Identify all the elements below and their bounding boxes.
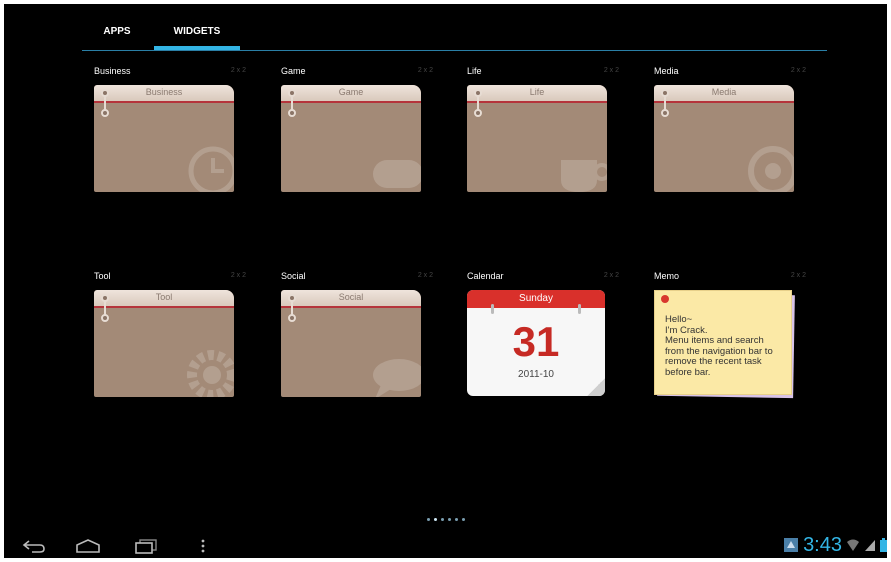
- page-dot[interactable]: [427, 518, 430, 521]
- clock-icon: [188, 146, 234, 192]
- widget-preview-header: Game: [281, 85, 421, 103]
- home-button[interactable]: [74, 538, 102, 554]
- widget-game[interactable]: Game 2 x 2 Game: [269, 66, 445, 216]
- status-area[interactable]: 3:43: [783, 534, 887, 556]
- ring-icon: [474, 109, 482, 117]
- widget-title: Calendar: [467, 271, 504, 281]
- page-curl: [587, 378, 605, 396]
- widget-preview[interactable]: Business: [94, 85, 234, 192]
- notification-icon: [784, 538, 799, 552]
- wifi-icon: [847, 539, 859, 551]
- widget-size: 2 x 2: [417, 67, 433, 74]
- widget-title: Media: [654, 66, 679, 76]
- widget-preview[interactable]: Social: [281, 290, 421, 397]
- page-dot[interactable]: [462, 518, 465, 521]
- ring-icon: [474, 89, 482, 97]
- widget-preview[interactable]: Media: [654, 85, 794, 192]
- menu-button[interactable]: [200, 538, 206, 554]
- widget-preview-header: Life: [467, 85, 607, 103]
- page-dot[interactable]: [455, 518, 458, 521]
- speaker-icon: [748, 146, 794, 192]
- page-dot[interactable]: [448, 518, 451, 521]
- ring-icon: [101, 314, 109, 322]
- ring-icon: [661, 109, 669, 117]
- widget-title: Memo: [654, 271, 680, 281]
- widget-title: Game: [281, 66, 306, 76]
- widget-size: 2 x 2: [790, 272, 806, 279]
- signal-icon: [865, 540, 875, 551]
- widget-size: 2 x 2: [230, 67, 246, 74]
- widget-size: 2 x 2: [790, 67, 806, 74]
- tab-apps[interactable]: APPS: [86, 24, 148, 50]
- ring-icon: [101, 89, 109, 97]
- widget-tool[interactable]: Tool 2 x 2 Tool: [82, 271, 258, 421]
- widget-title: Business: [94, 66, 131, 76]
- widget-preview-header: Tool: [94, 290, 234, 308]
- calendar-weekday: Sunday: [467, 290, 605, 308]
- widget-title: Social: [281, 271, 306, 281]
- page-dot[interactable]: [441, 518, 444, 521]
- memo-preview[interactable]: Hello~ I'm Crack. Menu items and search …: [654, 290, 792, 395]
- tab-widgets[interactable]: WIDGETS: [154, 24, 240, 50]
- back-button[interactable]: [22, 538, 46, 554]
- pin-icon: [661, 295, 669, 303]
- widget-preview[interactable]: Tool: [94, 290, 234, 397]
- launcher-screen: APPS WIDGETS Business 2 x 2 Business Gam…: [4, 4, 887, 558]
- calendar-ring: [578, 304, 581, 314]
- ring-icon: [288, 89, 296, 97]
- tab-widgets-label: WIDGETS: [173, 26, 221, 37]
- widget-business[interactable]: Business 2 x 2 Business: [82, 66, 258, 216]
- widget-life[interactable]: Life 2 x 2 Life: [455, 66, 631, 216]
- widget-preview[interactable]: Game: [281, 85, 421, 192]
- clip: [291, 95, 293, 110]
- clip: [291, 300, 293, 315]
- memo-text: Hello~ I'm Crack. Menu items and search …: [665, 314, 773, 378]
- clock: 3:43: [803, 534, 842, 556]
- widget-size: 2 x 2: [603, 67, 619, 74]
- tab-apps-label: APPS: [103, 26, 131, 37]
- clip: [104, 300, 106, 315]
- widget-size: 2 x 2: [230, 272, 246, 279]
- widget-calendar[interactable]: Calendar 2 x 2 Sunday 31 2011-10: [455, 271, 631, 421]
- widget-preview-header: Social: [281, 290, 421, 308]
- clip: [664, 95, 666, 110]
- calendar-year-month: 2011-10: [518, 369, 554, 380]
- gamepad-icon: [373, 160, 421, 188]
- widget-preview-header: Media: [654, 85, 794, 103]
- widget-size: 2 x 2: [603, 272, 619, 279]
- widget-media[interactable]: Media 2 x 2 Media: [642, 66, 818, 216]
- page-indicator: [427, 518, 465, 524]
- widget-social[interactable]: Social 2 x 2 Social: [269, 271, 445, 421]
- ring-icon: [288, 109, 296, 117]
- page-dot[interactable]: [434, 518, 437, 521]
- widget-preview[interactable]: Life: [467, 85, 607, 192]
- widget-preview-header: Business: [94, 85, 234, 103]
- clip: [477, 95, 479, 110]
- calendar-ring: [491, 304, 494, 314]
- ring-icon: [101, 294, 109, 302]
- battery-icon: [880, 538, 887, 552]
- ring-icon: [288, 294, 296, 302]
- gear-icon: [187, 350, 234, 397]
- widget-memo[interactable]: Memo 2 x 2 Hello~ I'm Crack. Menu items …: [642, 271, 818, 421]
- ring-icon: [661, 89, 669, 97]
- widget-title: Tool: [94, 271, 111, 281]
- tab-divider: [82, 50, 827, 51]
- ring-icon: [288, 314, 296, 322]
- ring-icon: [101, 109, 109, 117]
- clip: [104, 95, 106, 110]
- calendar-preview[interactable]: Sunday 31 2011-10: [467, 290, 605, 396]
- recent-apps-button[interactable]: [134, 538, 158, 554]
- cup-icon: [561, 160, 607, 192]
- calendar-day: 31: [512, 318, 560, 365]
- widget-title: Life: [467, 66, 482, 76]
- widget-size: 2 x 2: [417, 272, 433, 279]
- chat-bubble-icon: [373, 359, 421, 397]
